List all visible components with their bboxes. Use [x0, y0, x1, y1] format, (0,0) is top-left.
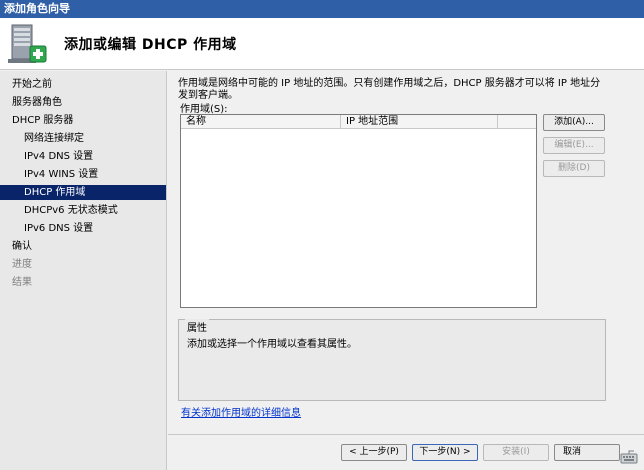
previous-button[interactable]: < 上一步(P) [341, 444, 407, 461]
keyboard-icon [620, 450, 638, 464]
sidebar-item-dhcpv6-stateless[interactable]: DHCPv6 无状态模式 [0, 203, 166, 218]
sidebar-item-results: 结果 [12, 277, 32, 288]
sidebar-item-dhcp-scopes[interactable]: DHCP 作用域 [0, 185, 166, 200]
properties-title: 属性 [185, 319, 209, 334]
properties-text: 添加或选择一个作用域以查看其属性。 [187, 339, 357, 350]
column-header-blank [498, 115, 536, 129]
footer-divider [168, 434, 644, 435]
wizard-steps-sidebar: 开始之前 服务器角色 DHCP 服务器 网络连接绑定 IPv4 DNS 设置 I… [0, 71, 167, 470]
column-header-ip-range[interactable]: IP 地址范围 [341, 115, 498, 129]
add-scope-button[interactable]: 添加(A)... [543, 114, 605, 131]
sidebar-item-ipv4-dns[interactable]: IPv4 DNS 设置 [0, 149, 166, 164]
column-header-name[interactable]: 名称 [181, 115, 341, 129]
install-button: 安装(I) [483, 444, 549, 461]
scopes-list-header: 名称 IP 地址范围 [181, 115, 536, 129]
sidebar-item-progress: 进度 [12, 259, 32, 270]
cancel-button[interactable]: 取消 [554, 444, 620, 461]
sidebar-item-dhcp-server[interactable]: DHCP 服务器 [0, 113, 166, 128]
edit-scope-button: 编辑(E)... [543, 137, 605, 154]
scope-description: 作用域是网络中可能的 IP 地址的范围。只有创建作用域之后，DHCP 服务器才可… [178, 78, 601, 101]
window-title: 添加角色向导 [0, 0, 644, 18]
scopes-list[interactable]: 名称 IP 地址范围 [180, 114, 537, 308]
page-title: 添加或编辑 DHCP 作用域 [64, 37, 237, 53]
sidebar-item-network-binding[interactable]: 网络连接绑定 [0, 131, 166, 146]
sidebar-item-ipv6-dns[interactable]: IPv6 DNS 设置 [0, 221, 166, 236]
wizard-header: 添加或编辑 DHCP 作用域 [0, 18, 644, 70]
properties-group: 属性 添加或选择一个作用域以查看其属性。 [178, 319, 606, 401]
scopes-list-label: 作用域(S): [180, 104, 228, 115]
delete-scope-button: 删除(D) [543, 160, 605, 177]
sidebar-item-confirmation[interactable]: 确认 [0, 239, 166, 254]
sidebar-item-server-roles[interactable]: 服务器角色 [0, 95, 166, 110]
sidebar-item-before-you-begin[interactable]: 开始之前 [0, 77, 166, 92]
sidebar-item-ipv4-wins[interactable]: IPv4 WINS 设置 [0, 167, 166, 182]
scope-help-link[interactable]: 有关添加作用域的详细信息 [181, 404, 301, 419]
next-button[interactable]: 下一步(N) > [412, 444, 478, 461]
server-add-icon [6, 22, 50, 66]
wizard-content: 作用域是网络中可能的 IP 地址的范围。只有创建作用域之后，DHCP 服务器才可… [168, 71, 644, 470]
